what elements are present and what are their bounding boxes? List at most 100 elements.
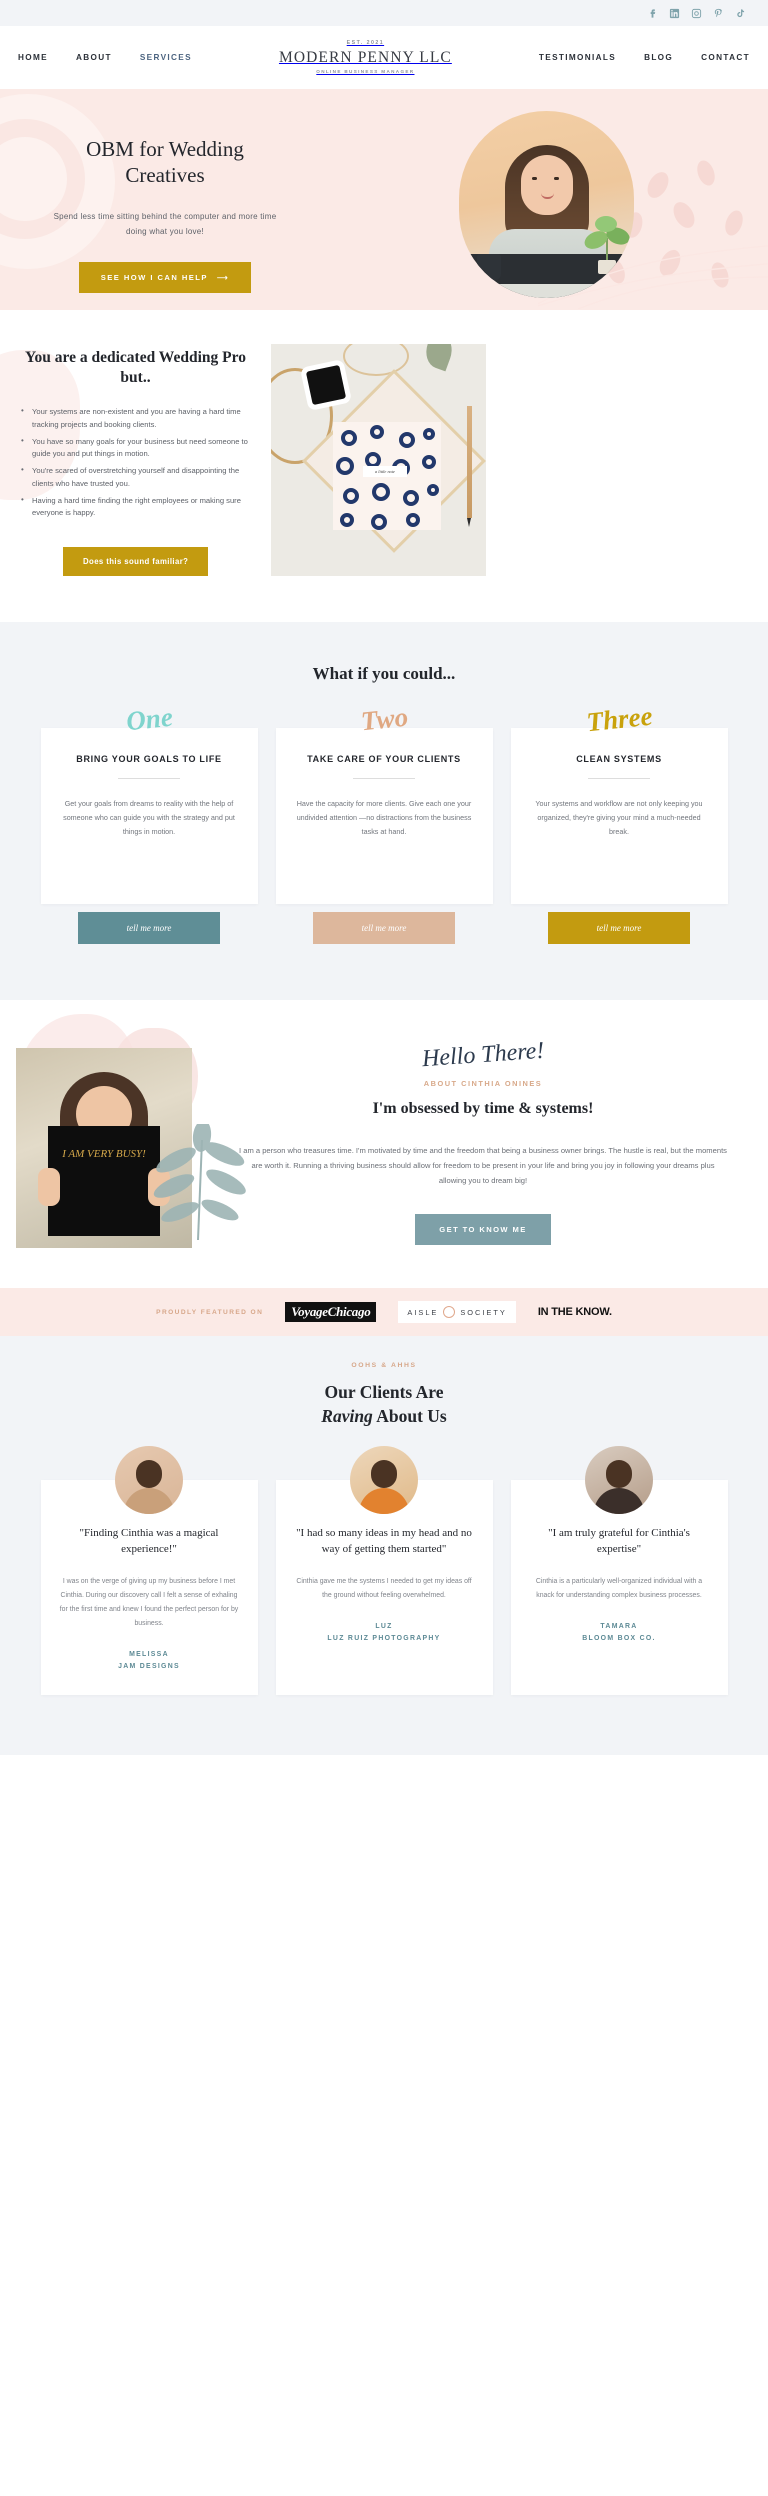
- testimonial-card-melissa: "Finding Cinthia was a magical experienc…: [40, 1446, 258, 1695]
- tiktok-icon[interactable]: [735, 8, 746, 19]
- card-script-number: Two: [359, 701, 409, 737]
- in-the-know-logo: IN THE KNOW.: [537, 1306, 612, 1318]
- portrait-eye-left: [532, 177, 537, 180]
- testimonial-cards: "Finding Cinthia was a magical experienc…: [0, 1446, 768, 1695]
- avatar-head: [606, 1460, 632, 1489]
- flatlay-necklace: [343, 344, 409, 376]
- logo-name: MODERN PENNY LLC: [278, 49, 452, 67]
- card-cta-button[interactable]: tell me more: [313, 912, 455, 944]
- list-item: You have so many goals for your business…: [18, 435, 253, 461]
- nav-item-home[interactable]: HOME: [18, 53, 48, 62]
- testimonial-body: Cinthia is a particularly well-organized…: [535, 1578, 703, 1600]
- portrait-plant: [584, 216, 630, 274]
- what-if-heading: What if you could...: [312, 664, 456, 683]
- hero-text-block: OBM for Wedding Creatives Spend less tim…: [50, 137, 280, 293]
- flatlay-note-label: a little note: [363, 466, 407, 477]
- hero-cta-label: SEE HOW I CAN HELP: [100, 272, 208, 282]
- testimonial-author-company: BLOOM BOX CO.: [582, 1635, 656, 1643]
- linkedin-icon[interactable]: [669, 8, 680, 19]
- card-body: Get your goals from dreams to reality wi…: [63, 799, 235, 837]
- about-kicker: ABOUT CINTHIA ONINES: [423, 1079, 543, 1088]
- about-notebook: I AM VERY BUSY!: [48, 1126, 160, 1236]
- testimonial-card-luz: "I had so many ideas in my head and no w…: [275, 1446, 493, 1695]
- card-title: TAKE CARE OF YOUR CLIENTS: [307, 754, 461, 764]
- testimonial-author: TAMARA BLOOM BOX CO.: [529, 1621, 710, 1645]
- testimonial-body: Cinthia gave me the systems I needed to …: [296, 1578, 472, 1600]
- avatar: [350, 1446, 418, 1515]
- pro-cta-button[interactable]: Does this sound familiar?: [63, 546, 209, 576]
- testimonial-author-name: MELISSA: [129, 1650, 169, 1658]
- nav-left-group: HOME ABOUT SERVICES: [18, 53, 192, 62]
- testimonial-author-company: LUZ RUIZ PHOTOGRAPHY: [327, 1635, 441, 1643]
- flatlay-black-box: [305, 364, 347, 406]
- pro-pain-point-list: Your systems are non-existent and you ar…: [18, 405, 253, 520]
- about-notebook-text: I AM VERY BUSY!: [62, 1148, 146, 1160]
- benefit-card-one: One BRING YOUR GOALS TO LIFE Get your go…: [40, 702, 258, 944]
- testimonials-heading-italic: Raving: [321, 1405, 373, 1426]
- site-logo[interactable]: EST. 2021 MODERN PENNY LLC ONLINE BUSINE…: [278, 39, 452, 74]
- testimonial-quote: "Finding Cinthia was a magical experienc…: [79, 1527, 219, 1555]
- avatar-body: [594, 1488, 644, 1515]
- avatar-body: [124, 1488, 174, 1515]
- arrow-right-icon: ⟶: [216, 272, 230, 282]
- benefit-cards: One BRING YOUR GOALS TO LIFE Get your go…: [0, 701, 768, 944]
- about-cta-button[interactable]: GET TO KNOW ME: [415, 1214, 551, 1246]
- testimonials-heading-line1: Our Clients Are: [324, 1382, 444, 1402]
- pro-heading: You are a dedicated Wedding Pro but..: [25, 349, 246, 387]
- testimonial-author-name: TAMARA: [600, 1623, 638, 1631]
- dedicated-pro-section: You are a dedicated Wedding Pro but.. Yo…: [0, 310, 768, 622]
- portrait-eye-right: [554, 177, 559, 180]
- pinterest-icon[interactable]: [713, 8, 724, 19]
- testimonial-author: MELISSA JAM DESIGNS: [59, 1649, 240, 1673]
- nav-item-testimonials[interactable]: TESTIMONIALS: [539, 53, 616, 62]
- card-cta-button[interactable]: tell me more: [78, 912, 220, 944]
- testimonial-card-tamara: "I am truly grateful for Cinthia's exper…: [510, 1446, 728, 1695]
- hero-paragraph: Spend less time sitting behind the compu…: [53, 212, 277, 237]
- card-divider: [588, 778, 650, 779]
- nav-item-services[interactable]: SERVICES: [140, 53, 192, 62]
- list-item: You're scared of overstretching yourself…: [18, 464, 253, 490]
- list-item: Having a hard time finding the right emp…: [18, 494, 253, 520]
- card-divider: [118, 778, 180, 779]
- testimonial-quote: "I am truly grateful for Cinthia's exper…: [548, 1527, 690, 1555]
- hero-portrait-image: [459, 111, 634, 298]
- card-script-number: Three: [584, 700, 654, 738]
- testimonials-heading: Our Clients Are Raving About Us: [0, 1381, 768, 1428]
- nav-item-blog[interactable]: BLOG: [644, 53, 673, 62]
- logo-established: EST. 2021: [346, 39, 385, 46]
- instagram-icon[interactable]: [691, 8, 702, 19]
- avatar-head: [371, 1460, 397, 1489]
- card-divider: [353, 778, 415, 779]
- nav-item-contact[interactable]: CONTACT: [701, 53, 750, 62]
- featured-on-bar: PROUDLY FEATURED ON VoyageChicago AISLE …: [0, 1288, 768, 1336]
- card-cta-button[interactable]: tell me more: [548, 912, 690, 944]
- featured-label: PROUDLY FEATURED ON: [156, 1308, 264, 1316]
- benefit-card-three: Three CLEAN SYSTEMS Your systems and wor…: [510, 701, 728, 944]
- testimonial-quote: "I had so many ideas in my head and no w…: [296, 1527, 472, 1555]
- testimonials-heading-rest: About Us: [372, 1405, 447, 1426]
- testimonials-section: OOHS & AHHS Our Clients Are Raving About…: [0, 1336, 768, 1755]
- main-navigation: HOME ABOUT SERVICES EST. 2021 MODERN PEN…: [0, 26, 768, 89]
- about-heading: I'm obsessed by time & systems!: [372, 1100, 594, 1117]
- avatar: [115, 1446, 183, 1515]
- hero-cta-button[interactable]: SEE HOW I CAN HELP ⟶: [78, 261, 252, 293]
- about-paragraph: I am a person who treasures time. I'm mo…: [239, 1146, 727, 1185]
- logo-tagline: ONLINE BUSINESS MANAGER: [316, 68, 415, 74]
- about-text-column: Hello There! ABOUT CINTHIA ONINES I'm ob…: [192, 1036, 752, 1248]
- card-script-number: One: [124, 701, 174, 737]
- about-hand-left: [38, 1168, 60, 1206]
- testimonial-author: LUZ LUZ RUIZ PHOTOGRAPHY: [294, 1621, 475, 1645]
- portrait-face: [521, 155, 573, 215]
- social-topbar: [0, 0, 768, 26]
- aisle-society-left: AISLE: [407, 1307, 439, 1317]
- pro-flatlay-image: a little note: [271, 344, 486, 576]
- facebook-icon[interactable]: [647, 8, 658, 19]
- card-body: Your systems and workflow are not only k…: [535, 799, 703, 837]
- aisle-society-logo: AISLE SOCIETY: [398, 1301, 516, 1323]
- testimonials-kicker: OOHS & AHHS: [351, 1362, 417, 1369]
- aisle-society-right: SOCIETY: [460, 1307, 507, 1317]
- flatlay-leaf: [420, 344, 458, 372]
- avatar-head: [136, 1460, 162, 1489]
- pro-text-column: You are a dedicated Wedding Pro but.. Yo…: [18, 344, 253, 576]
- nav-item-about[interactable]: ABOUT: [76, 53, 112, 62]
